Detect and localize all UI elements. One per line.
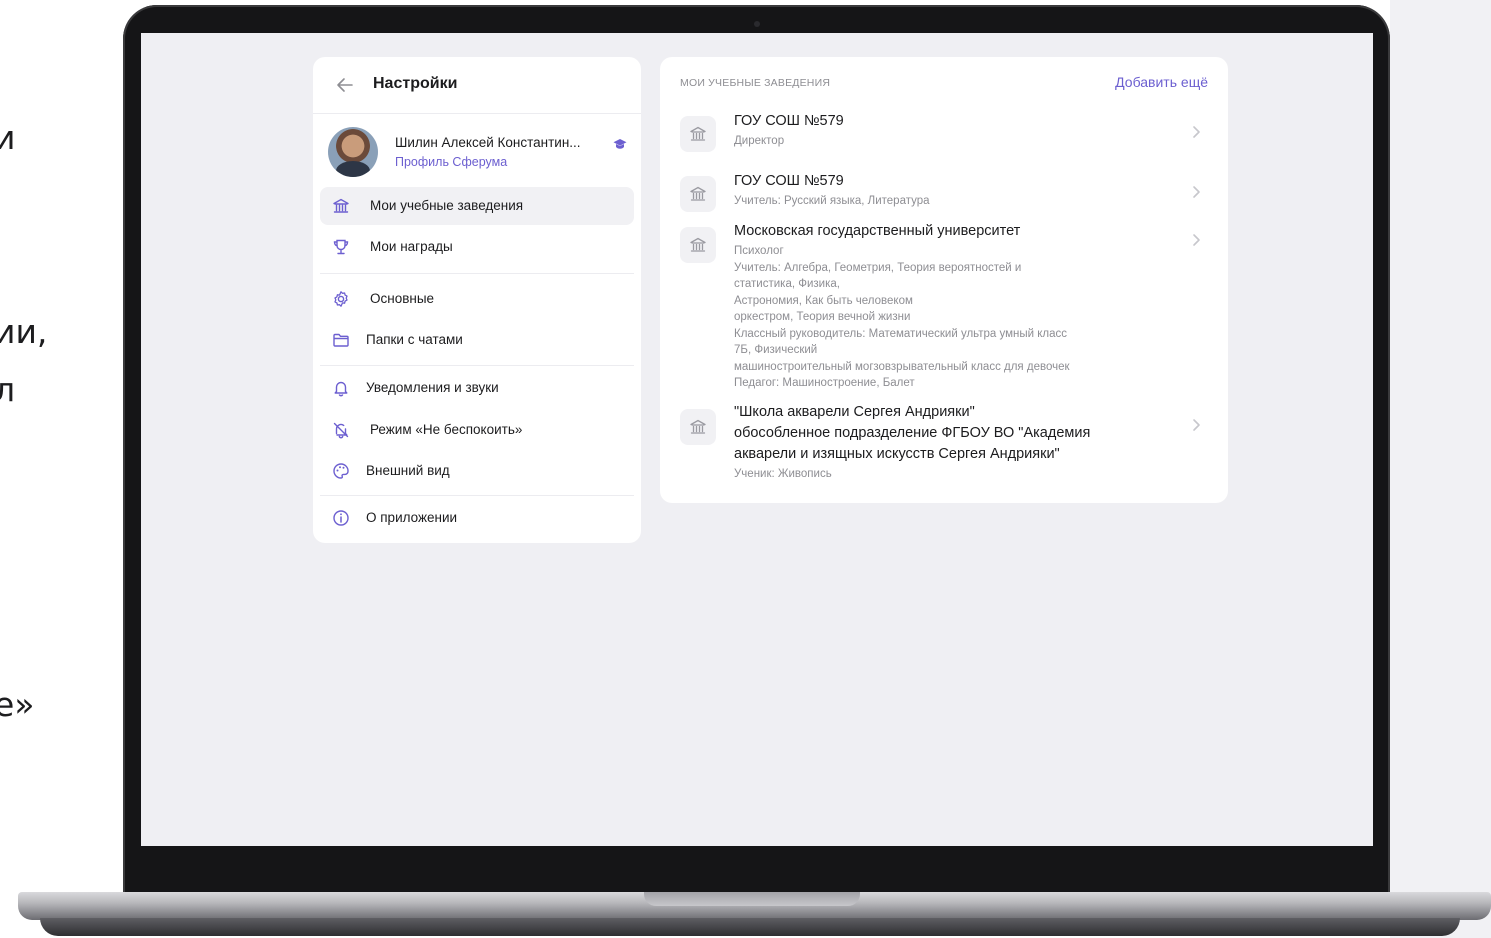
avatar[interactable]: [328, 127, 378, 177]
institution-name: "Школа акварели Сергея Андрияки": [734, 404, 975, 420]
page-title: Настройки: [373, 75, 458, 92]
institution-name: Московская государственный университет: [734, 223, 1021, 239]
add-more-button[interactable]: Добавить ещё: [1115, 74, 1208, 90]
back-arrow-icon[interactable]: [335, 75, 355, 95]
school-icon: [680, 176, 716, 212]
background-text-fragment: е»: [0, 685, 35, 724]
institution-row[interactable]: ГОУ СОШ №579 Директор: [660, 111, 1228, 167]
camera-icon: [754, 21, 760, 27]
institution-row[interactable]: "Школа акварели Сергея Андрияки" обособл…: [660, 402, 1228, 488]
bell-icon: [334, 381, 348, 397]
menu-item-appearance[interactable]: Внешний вид: [320, 452, 634, 490]
folder-icon: [333, 333, 349, 347]
menu-item-label: Мои награды: [370, 239, 453, 254]
background-panel: [1390, 0, 1491, 938]
institution-name: обособленное подразделение ФГБОУ ВО "Ака…: [734, 425, 1091, 441]
section-header: МОИ УЧЕБНЫЕ ЗАВЕДЕНИЯ: [680, 77, 831, 89]
institution-role: Учитель: Алгебра, Геометрия, Теория веро…: [734, 261, 1022, 274]
institution-role: статистика, Физика,: [734, 278, 840, 290]
institution-role: Ученик: Живопись: [734, 468, 832, 480]
background-text-fragment: и: [0, 118, 16, 157]
bell-off-icon: [333, 422, 349, 439]
menu-item-label: Основные: [370, 291, 435, 306]
menu-item-label: О приложении: [366, 510, 458, 525]
menu-item-institutions[interactable]: Мои учебные заведения: [320, 187, 634, 225]
chevron-right-icon: [1193, 419, 1200, 431]
divider: [320, 495, 634, 496]
chevron-right-icon: [1193, 186, 1200, 198]
school-icon: [680, 116, 716, 152]
trophy-icon: [333, 239, 349, 255]
divider: [313, 113, 641, 114]
institution-name: акварели и изящных искусств Сергея Андри…: [734, 446, 1060, 462]
info-icon: [333, 510, 349, 526]
institution-role: Директор: [734, 135, 785, 147]
institution-role: Астрономия, Как быть человеком: [734, 294, 913, 307]
chevron-right-icon: [1193, 234, 1200, 246]
institution-name: ГОУ СОШ №579: [734, 173, 844, 189]
gear-icon: [334, 291, 348, 307]
palette-icon: [333, 463, 349, 479]
profile-link[interactable]: Профиль Сферума: [395, 155, 507, 169]
menu-item-general[interactable]: Основные: [320, 280, 634, 318]
institution-row[interactable]: Московская государственный университет П…: [660, 221, 1228, 393]
menu-item-awards[interactable]: Мои награды: [320, 228, 634, 266]
divider: [320, 365, 634, 366]
school-icon: [333, 198, 349, 213]
divider: [320, 273, 634, 274]
menu-item-notifications[interactable]: Уведомления и звуки: [320, 369, 634, 407]
menu-item-label: Внешний вид: [366, 463, 450, 478]
school-icon: [680, 409, 716, 445]
institution-role: Классный руководитель: Математический ул…: [734, 327, 1068, 340]
settings-panel: Настройки Шилин Алексей Константин... Пр…: [313, 57, 641, 543]
background-text-fragment: л: [0, 370, 16, 409]
laptop-base-shadow: [40, 918, 1460, 936]
institution-row[interactable]: ГОУ СОШ №579 Учитель: Русский языка, Лит…: [660, 171, 1228, 227]
menu-item-label: Мои учебные заведения: [370, 198, 524, 213]
menu-item-label: Папки с чатами: [366, 332, 463, 347]
institution-role: оркестром, Теория вечной жизни: [734, 311, 911, 323]
laptop-notch: [644, 892, 860, 906]
menu-item-chat-folders[interactable]: Папки с чатами: [320, 321, 634, 359]
settings-header: Настройки: [313, 57, 641, 113]
institutions-panel: МОИ УЧЕБНЫЕ ЗАВЕДЕНИЯ Добавить ещё ГОУ С…: [660, 57, 1228, 503]
app-screen: Настройки Шилин Алексей Константин... Пр…: [141, 33, 1373, 846]
school-icon: [680, 227, 716, 263]
user-name: Шилин Алексей Константин...: [395, 135, 581, 150]
menu-item-do-not-disturb[interactable]: Режим «Не беспокоить»: [320, 411, 634, 449]
menu-item-label: Уведомления и звуки: [366, 380, 499, 395]
institution-role: 7Б, Физический: [734, 344, 818, 356]
chevron-right-icon: [1193, 126, 1200, 138]
institution-role: Психолог: [734, 245, 784, 257]
background-text-fragment: ии,: [0, 312, 48, 351]
menu-item-label: Режим «Не беспокоить»: [370, 422, 523, 437]
menu-item-about[interactable]: О приложении: [320, 499, 634, 537]
institution-role: Педагог: Машиностроение, Балет: [734, 377, 915, 389]
institution-role: Учитель: Русский языка, Литература: [734, 195, 930, 207]
institution-name: ГОУ СОШ №579: [734, 113, 844, 129]
institution-role: машиностроительный могзовзрывательный кл…: [734, 360, 1070, 373]
graduation-cap-icon: [613, 139, 627, 149]
